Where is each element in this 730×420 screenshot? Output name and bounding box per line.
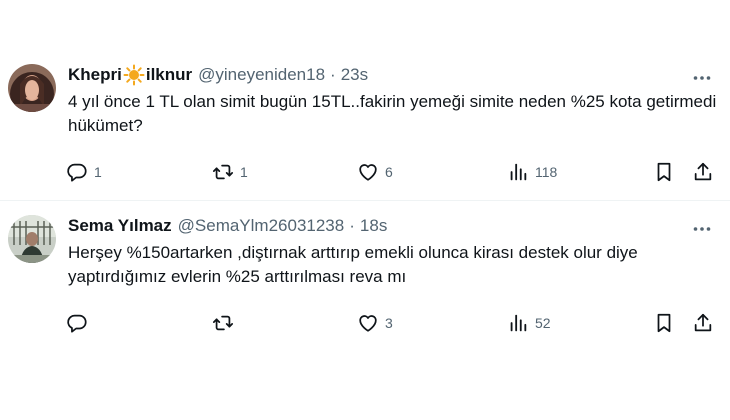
views-button[interactable]: 118 — [507, 160, 557, 184]
views-icon — [507, 312, 529, 334]
more-icon[interactable] — [692, 219, 712, 239]
display-name[interactable]: Khepri ilknur — [68, 64, 192, 87]
heart-icon — [357, 161, 379, 183]
like-button[interactable]: 3 — [357, 311, 393, 335]
reply-icon — [66, 161, 88, 183]
like-count: 6 — [385, 164, 393, 180]
tweet-header: Khepri ilknur @yineyeniden18 · 23s — [68, 64, 368, 86]
tweet-text: 4 yıl önce 1 TL olan simit bugün 15TL..f… — [68, 92, 717, 135]
separator-dot: · — [349, 216, 355, 235]
views-count: 118 — [535, 164, 558, 180]
share-icon — [692, 161, 714, 183]
timeline-feed: Khepri ilknur @yineyeniden18 · 23s 4 yıl… — [0, 0, 730, 420]
user-handle[interactable]: @yineyeniden18 — [198, 64, 325, 86]
retweet-count: 1 — [240, 164, 248, 180]
separator-dot: · — [330, 65, 336, 84]
tweet-header: Sema Yılmaz @SemaYlm26031238 · 18s — [68, 215, 387, 237]
display-name[interactable]: Sema Yılmaz — [68, 215, 172, 237]
like-count: 3 — [385, 315, 393, 331]
share-button[interactable] — [692, 311, 714, 335]
share-icon — [692, 312, 714, 334]
tweet[interactable]: Khepri ilknur @yineyeniden18 · 23s 4 yıl… — [0, 50, 730, 200]
more-icon[interactable] — [692, 68, 712, 88]
avatar-image — [8, 64, 56, 112]
reply-button[interactable] — [66, 311, 94, 335]
views-icon — [507, 161, 529, 183]
retweet-button[interactable]: 1 — [212, 160, 248, 184]
heart-icon — [357, 312, 379, 334]
reply-count: 1 — [94, 164, 102, 180]
timestamp[interactable]: 18s — [360, 215, 387, 237]
bookmark-icon — [653, 161, 675, 183]
avatar-image — [8, 215, 56, 263]
tweet-text: Herşey %150artarken ,diştırnak arttırıp … — [68, 243, 638, 286]
display-name-part: ilknur — [145, 64, 193, 84]
bookmark-button[interactable] — [653, 311, 675, 335]
like-button[interactable]: 6 — [357, 160, 393, 184]
share-button[interactable] — [692, 160, 714, 184]
avatar[interactable] — [8, 64, 56, 112]
views-button[interactable]: 52 — [507, 311, 551, 335]
reply-button[interactable]: 1 — [66, 160, 102, 184]
retweet-button[interactable] — [212, 311, 240, 335]
tweet[interactable]: Sema Yılmaz @SemaYlm26031238 · 18s Herşe… — [0, 201, 730, 351]
sun-emoji-icon — [123, 64, 145, 86]
retweet-icon — [212, 161, 234, 183]
display-name-part: Khepri — [68, 64, 122, 84]
views-count: 52 — [535, 315, 551, 331]
retweet-icon — [212, 312, 234, 334]
bookmark-icon — [653, 312, 675, 334]
bookmark-button[interactable] — [653, 160, 675, 184]
tweet-actions: 3 52 — [66, 311, 720, 335]
tweet-actions: 1 1 6 118 — [66, 160, 720, 184]
user-handle[interactable]: @SemaYlm26031238 — [178, 215, 345, 237]
reply-icon — [66, 312, 88, 334]
avatar[interactable] — [8, 215, 56, 263]
timestamp[interactable]: 23s — [341, 64, 368, 86]
